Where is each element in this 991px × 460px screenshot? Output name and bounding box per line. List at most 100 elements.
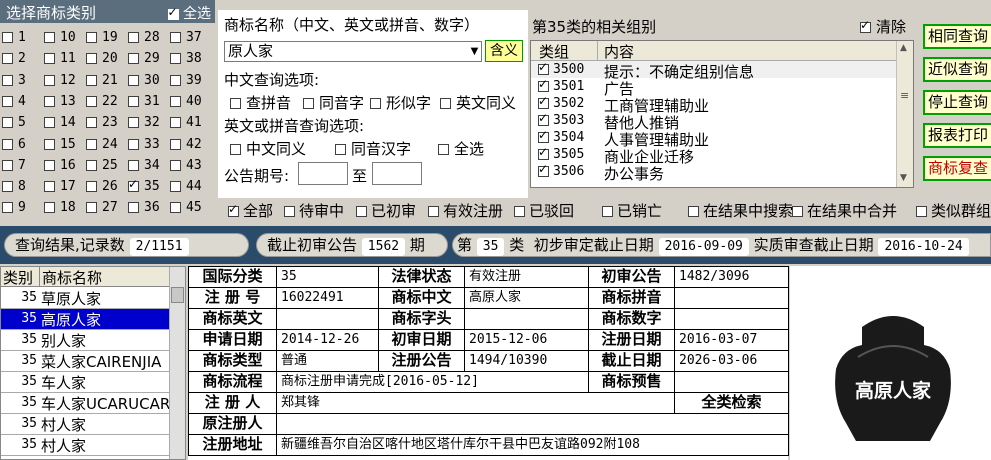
- filter-0[interactable]: 全部: [228, 200, 273, 221]
- category-6[interactable]: 6: [2, 137, 44, 155]
- same-search-button[interactable]: 相同查询: [923, 24, 991, 49]
- category-2-checkbox[interactable]: [2, 53, 13, 65]
- category-33-checkbox[interactable]: [128, 138, 139, 150]
- category-15[interactable]: 15: [44, 137, 86, 155]
- category-27-checkbox[interactable]: [86, 202, 97, 214]
- filter-5[interactable]: 已销亡: [602, 200, 662, 221]
- category-14-checkbox[interactable]: [44, 117, 55, 129]
- en-option-cn-synonym[interactable]: 中文同义: [230, 138, 306, 159]
- category-44-checkbox[interactable]: [170, 181, 181, 193]
- group-row[interactable]: 3501广告: [531, 77, 897, 98]
- category-5[interactable]: 5: [2, 115, 44, 133]
- detail-all-class-search[interactable]: 全类检索: [674, 392, 789, 414]
- category-7-checkbox[interactable]: [2, 159, 13, 171]
- group-row-checkbox[interactable]: [538, 145, 549, 160]
- filter-checkbox[interactable]: [792, 206, 803, 217]
- category-21-checkbox[interactable]: [86, 74, 97, 86]
- category-45-checkbox[interactable]: [170, 202, 181, 214]
- category-select-all[interactable]: 全选: [167, 3, 211, 23]
- category-31-checkbox[interactable]: [128, 95, 139, 107]
- category-11-checkbox[interactable]: [44, 53, 55, 65]
- category-13[interactable]: 13: [44, 94, 86, 112]
- filter-checkbox[interactable]: [428, 206, 439, 217]
- group-row[interactable]: 3500提示：不确定组别信息: [531, 60, 897, 81]
- category-30[interactable]: 30: [128, 73, 170, 91]
- category-41-checkbox[interactable]: [170, 117, 181, 129]
- group-row-checkbox[interactable]: [538, 94, 549, 109]
- category-10-checkbox[interactable]: [44, 32, 55, 43]
- table-row[interactable]: 35 车人家UCARUCAR: [1, 393, 171, 414]
- category-40-checkbox[interactable]: [170, 95, 181, 107]
- category-28-checkbox[interactable]: [128, 32, 139, 43]
- category-24-checkbox[interactable]: [86, 138, 97, 150]
- category-41[interactable]: 41: [170, 115, 212, 133]
- filter-2[interactable]: 已初审: [356, 200, 416, 221]
- category-23[interactable]: 23: [86, 115, 128, 133]
- category-4[interactable]: 4: [2, 94, 44, 112]
- category-3[interactable]: 3: [2, 73, 44, 91]
- category-38[interactable]: 38: [170, 51, 212, 69]
- filter-checkbox[interactable]: [284, 206, 295, 217]
- category-24[interactable]: 24: [86, 137, 128, 155]
- cn-option-similar-shape[interactable]: 形似字: [370, 92, 431, 113]
- category-34[interactable]: 34: [128, 158, 170, 176]
- en-option-cn-synonym-checkbox[interactable]: [230, 144, 241, 155]
- category-19[interactable]: 19: [86, 30, 128, 48]
- category-31[interactable]: 31: [128, 94, 170, 112]
- category-29[interactable]: 29: [128, 51, 170, 69]
- cn-option-pinyin[interactable]: 查拼音: [230, 92, 291, 113]
- group-list-scrollbar[interactable]: ▲ ≡ ▼: [896, 41, 913, 187]
- filter-4[interactable]: 已驳回: [514, 200, 574, 221]
- group-row-checkbox[interactable]: [538, 77, 549, 92]
- category-37-checkbox[interactable]: [170, 32, 181, 43]
- trademark-review-button[interactable]: 商标复查: [923, 156, 991, 181]
- category-22[interactable]: 22: [86, 94, 128, 112]
- category-36-checkbox[interactable]: [128, 202, 139, 214]
- category-26[interactable]: 26: [86, 179, 128, 197]
- table-row[interactable]: 35 草原人家: [1, 288, 171, 309]
- table-row[interactable]: 35 高原人家: [1, 309, 171, 330]
- category-4-checkbox[interactable]: [2, 95, 13, 107]
- category-16[interactable]: 16: [44, 158, 86, 176]
- group-row[interactable]: 3504人事管理辅助业: [531, 128, 897, 149]
- category-35-checkbox[interactable]: [128, 177, 139, 193]
- group-row[interactable]: 3506 办公事务: [531, 162, 897, 183]
- category-43-checkbox[interactable]: [170, 159, 181, 171]
- category-39-checkbox[interactable]: [170, 74, 181, 86]
- table-row[interactable]: 35 菜人家CAIRENJIA: [1, 351, 171, 372]
- scroll-thumb-grip-icon[interactable]: ≡: [900, 89, 909, 102]
- category-26-checkbox[interactable]: [86, 181, 97, 193]
- category-1[interactable]: 1: [2, 30, 44, 48]
- category-8[interactable]: 8: [2, 179, 44, 197]
- en-option-select-all[interactable]: 全选: [438, 138, 484, 159]
- category-25[interactable]: 25: [86, 158, 128, 176]
- category-15-checkbox[interactable]: [44, 138, 55, 150]
- cn-option-homophone[interactable]: 同音字: [303, 92, 364, 113]
- results-scrollbar[interactable]: [169, 267, 185, 459]
- group-clear[interactable]: 清除: [860, 16, 906, 37]
- category-44[interactable]: 44: [170, 179, 212, 197]
- filter-checkbox[interactable]: [356, 206, 367, 217]
- category-29-checkbox[interactable]: [128, 53, 139, 65]
- category-9-checkbox[interactable]: [2, 202, 13, 214]
- gazette-from-input[interactable]: [298, 162, 348, 185]
- category-1-checkbox[interactable]: [2, 32, 13, 43]
- scroll-down-icon[interactable]: ▼: [900, 173, 907, 183]
- category-12[interactable]: 12: [44, 73, 86, 91]
- category-20-checkbox[interactable]: [86, 53, 97, 65]
- en-option-homophone-hanzi[interactable]: 同音汉字: [335, 138, 411, 159]
- stop-search-button[interactable]: 停止查询: [923, 90, 991, 115]
- category-10[interactable]: 10: [44, 30, 86, 48]
- category-33[interactable]: 33: [128, 137, 170, 155]
- category-20[interactable]: 20: [86, 51, 128, 69]
- cn-option-similar-shape-checkbox[interactable]: [370, 98, 381, 109]
- group-row[interactable]: 3503替他人推销: [531, 111, 897, 132]
- cn-option-pinyin-checkbox[interactable]: [230, 98, 241, 109]
- filter-checkbox[interactable]: [916, 206, 927, 217]
- group-row-checkbox[interactable]: [538, 162, 549, 177]
- meaning-button[interactable]: 含义: [485, 40, 523, 62]
- category-37[interactable]: 37: [170, 30, 212, 48]
- category-13-checkbox[interactable]: [44, 95, 55, 107]
- category-42-checkbox[interactable]: [170, 138, 181, 150]
- category-23-checkbox[interactable]: [86, 117, 97, 129]
